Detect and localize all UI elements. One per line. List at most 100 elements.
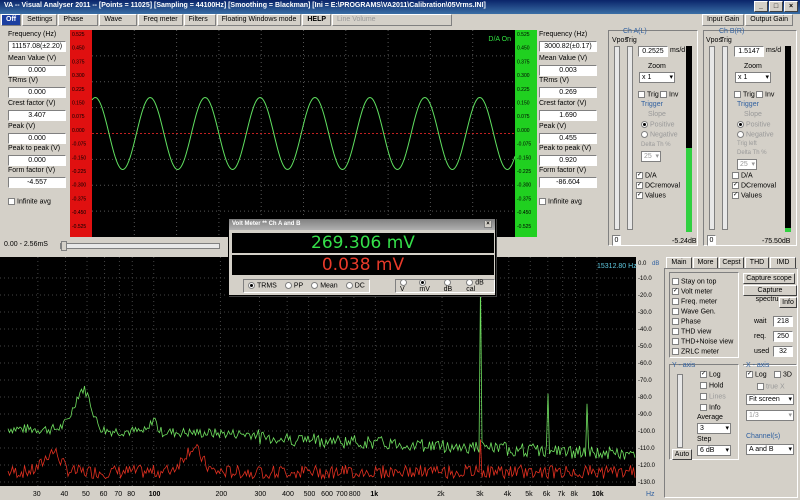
volt-meter-channel-b-value: 0.038 mV — [232, 255, 494, 275]
close-button[interactable]: × — [784, 1, 798, 12]
capture-spectrum-button[interactable]: Capture spectrum — [743, 285, 797, 303]
channel-a-delta-dropdown[interactable]: 25 — [641, 151, 661, 162]
channel-a-negative-radio[interactable]: Negative — [641, 131, 678, 138]
channel-b-positive-radio[interactable]: Positive — [737, 121, 771, 128]
x-3d-checkbox[interactable]: 3D — [774, 371, 792, 378]
tab-imd[interactable]: IMD — [770, 257, 796, 268]
channel-b-trig-left-label: Trig left — [737, 141, 757, 147]
left-trms-value: 0.000 — [8, 87, 66, 98]
unit-mv-radio[interactable]: mV — [419, 278, 435, 293]
volt-meter-checkbox[interactable]: ✓ Volt meter — [672, 288, 713, 295]
x-log-checkbox[interactable]: ✓ Log — [746, 371, 767, 378]
mode-pp-radio[interactable]: PP — [284, 282, 303, 290]
channel-b-delta-dropdown[interactable]: 25 — [737, 159, 757, 170]
oscilloscope-display[interactable]: 0.525 0.450 0.375 0.300 0.225 0.150 0.075 0.000… — [70, 30, 537, 237]
channel-b-negative-radio[interactable]: Negative — [737, 131, 774, 138]
volt-meter-dialog[interactable]: Volt Meter ** Ch A and B × 269.306 mV 0.… — [228, 218, 496, 296]
unit-v-radio[interactable]: V — [400, 278, 411, 293]
y-info-checkbox[interactable]: Info — [700, 404, 721, 411]
y-hold-checkbox[interactable]: Hold — [700, 382, 723, 389]
channel-b-vpos-slider[interactable] — [709, 46, 715, 230]
right-form-label: Form factor (V) — [539, 167, 587, 174]
mode-dc-radio[interactable]: DC — [345, 282, 365, 290]
wave-gen-checkbox[interactable]: Wave Gen. — [672, 308, 716, 315]
maximize-button[interactable]: □ — [769, 1, 783, 12]
tab-thd[interactable]: THD — [745, 257, 769, 268]
channel-b-inv-checkbox[interactable]: Inv — [756, 91, 774, 98]
left-infinite-avg-checkbox[interactable]: Infinite avg — [8, 198, 51, 205]
tab-cepst[interactable]: Cepst — [719, 257, 744, 268]
channels-dropdown[interactable]: A and B — [746, 444, 794, 455]
spectrum-x-tick: 7k — [558, 491, 566, 498]
channel-a-values-checkbox[interactable]: ✓ Values — [636, 192, 666, 199]
wave-button[interactable]: Wave — [99, 14, 138, 26]
channel-a-ms-value[interactable]: 0.2525 — [638, 46, 668, 57]
average-dropdown[interactable]: 3 — [697, 423, 731, 434]
scope-left-tick: -0.525 — [72, 224, 86, 230]
channel-b-trig-slider[interactable] — [722, 46, 728, 230]
spectrum-x-tick: 70 — [114, 491, 122, 498]
y-lines-checkbox[interactable]: Lines — [700, 393, 726, 400]
unit-db-radio[interactable]: dB — [443, 278, 459, 293]
channel-a-trig-slider[interactable] — [627, 46, 633, 230]
right-infinite-avg-checkbox[interactable]: Infinite avg — [539, 198, 582, 205]
channel-b-da-checkbox[interactable]: D/A — [732, 172, 753, 179]
settings-button[interactable]: Settings — [22, 14, 58, 26]
channel-b-level-value: -75.50dB — [762, 238, 791, 245]
channel-b-slope-label: Slope — [744, 111, 762, 118]
ratio-dropdown[interactable]: 1/3 — [746, 410, 794, 421]
scope-left-tick: 0.375 — [72, 59, 85, 65]
freq-meter-checkbox[interactable]: Freq. meter — [672, 298, 717, 305]
channel-b-dcremoval-checkbox[interactable]: ✓ DCremoval — [732, 182, 776, 189]
capture-scope-button[interactable]: Capture scope — [743, 273, 795, 284]
input-gain-button[interactable]: Input Gain — [701, 14, 745, 26]
channel-a-zoom-label: Zoom — [648, 63, 666, 70]
stay-on-top-checkbox[interactable]: Stay on top — [672, 278, 716, 285]
spectrum-peak-readout: 15312.80 Hz — [597, 263, 637, 270]
channel-b-zoom-dropdown[interactable]: x 1 — [735, 72, 771, 83]
channel-a-da-checkbox[interactable]: ✓ D/A — [636, 172, 657, 179]
thd-view-checkbox[interactable]: THD view — [672, 328, 711, 335]
thd-noise-view-checkbox[interactable]: THD+Noise view — [672, 338, 733, 345]
unit-dbcal-radio[interactable]: dB cal — [466, 278, 490, 293]
spectrum-y-tick: -110.0 — [638, 446, 655, 452]
y-axis-slider[interactable] — [677, 374, 683, 448]
minimize-button[interactable]: _ — [754, 1, 768, 12]
channel-b-ms-value[interactable]: 1.5147 — [734, 46, 764, 57]
spectrum-x-tick: 4k — [504, 491, 512, 498]
freq-meter-button[interactable]: Freq meter — [138, 14, 183, 26]
volt-meter-close-icon[interactable]: × — [484, 220, 492, 228]
channel-a-zoom-dropdown[interactable]: x 1 — [639, 72, 675, 83]
tab-more[interactable]: More — [693, 257, 718, 268]
scope-left-tick: -0.300 — [72, 183, 86, 189]
auto-button[interactable]: Auto — [672, 449, 692, 460]
off-button[interactable]: Off — [1, 14, 22, 26]
channel-a-trig-checkbox[interactable]: Trig — [638, 91, 659, 98]
filters-button[interactable]: Filters — [183, 14, 216, 26]
scope-left-tick: 0.525 — [72, 32, 85, 38]
phase-button[interactable]: Phase — [58, 14, 99, 26]
mode-trms-radio[interactable]: TRMS — [248, 282, 277, 290]
floating-windows-button[interactable]: Floating Windows mode — [216, 14, 302, 26]
true-x-checkbox[interactable]: true X — [757, 383, 785, 390]
zrlc-meter-checkbox[interactable]: ZRLC meter — [672, 348, 719, 355]
channel-b-values-checkbox[interactable]: ✓ Values — [732, 192, 762, 199]
channel-a-dcremoval-checkbox[interactable]: ✓ DCremoval — [636, 182, 680, 189]
mode-mean-radio[interactable]: Mean — [311, 282, 338, 290]
fit-screen-dropdown[interactable]: Fit screen — [746, 394, 794, 405]
channel-b-trig-checkbox[interactable]: Trig — [734, 91, 755, 98]
line-volume-dropdown[interactable]: Line Volume — [332, 14, 453, 26]
scope-right-tick: -0.450 — [517, 210, 531, 216]
channel-a-positive-radio[interactable]: Positive — [641, 121, 675, 128]
info-button[interactable]: Info — [779, 297, 797, 308]
help-button[interactable]: HELP — [302, 14, 332, 26]
channel-a-inv-checkbox[interactable]: Inv — [660, 91, 678, 98]
scope-time-scrollbar[interactable] — [60, 241, 220, 251]
right-peak-label: Peak (V) — [539, 123, 567, 130]
y-log-checkbox[interactable]: ✓ Log — [700, 371, 721, 378]
scope-right-tick: -0.150 — [517, 155, 531, 161]
channel-a-vpos-slider[interactable] — [614, 46, 620, 230]
phase-checkbox[interactable]: Phase — [672, 318, 701, 325]
step-dropdown[interactable]: 6 dB — [697, 445, 731, 456]
output-gain-button[interactable]: Output Gain — [745, 14, 793, 26]
